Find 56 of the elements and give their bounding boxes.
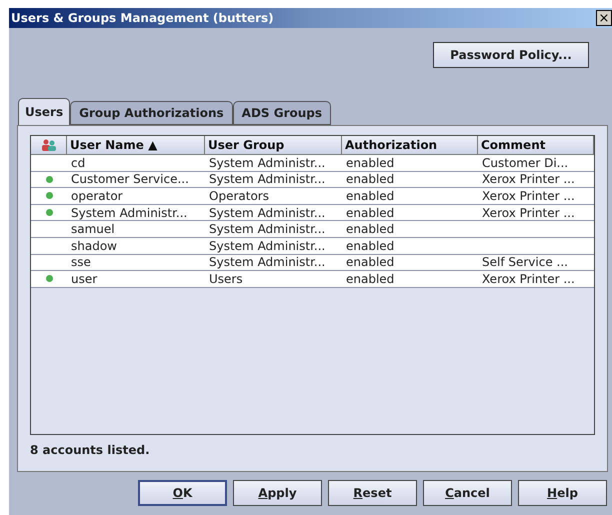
table-cell: System Administr... — [71, 206, 188, 219]
table-cell: System Administr... — [209, 173, 326, 186]
table-cell: Xerox Printer ... — [482, 206, 575, 219]
table-row[interactable]: samuel System Administr... enabled — [31, 221, 594, 238]
table-cell: operator — [71, 190, 123, 202]
users-icon — [40, 139, 56, 151]
table-cell: Customer Service... — [71, 173, 189, 186]
table-cell: Xerox Printer ... — [482, 190, 575, 202]
dialog-button[interactable]: Apply — [233, 480, 322, 506]
tab[interactable]: Users — [18, 98, 70, 125]
table-cell: enabled — [346, 173, 394, 186]
table-cell: System Administr... — [209, 206, 326, 219]
table-cell: enabled — [346, 206, 394, 219]
table-cell: enabled — [346, 256, 394, 268]
table-cell: cd — [71, 156, 86, 169]
table-row[interactable]: operator Operators enabled Xerox Printer ... — [31, 188, 594, 205]
table-cell: user — [71, 272, 98, 285]
table-cell: Customer Di... — [482, 156, 568, 169]
table-cell: Xerox Printer ... — [482, 173, 575, 186]
tab[interactable]: ADS Groups — [232, 101, 332, 125]
dialog-button[interactable]: Help — [518, 480, 607, 506]
column-header[interactable] — [31, 136, 67, 155]
password-policy-button[interactable]: Password Policy... — [433, 42, 589, 68]
accounts-count: 8 accounts listed. — [30, 442, 151, 459]
table-row[interactable]: System Administr... System Administr... enabled Xerox Printer ... — [31, 204, 594, 222]
table-cell: Self Service ... — [482, 256, 568, 268]
close-button[interactable]: × — [596, 10, 612, 26]
column-header[interactable]: Comment — [478, 136, 594, 155]
table-cell: System Administr... — [209, 240, 326, 252]
column-header[interactable]: User Group — [205, 136, 342, 155]
table-cell: enabled — [346, 223, 394, 236]
table-row[interactable]: cd System Administr... enabled Customer Di... — [31, 155, 594, 172]
dialog-button[interactable]: Cancel — [423, 480, 512, 506]
table-cell: enabled — [346, 240, 394, 252]
column-header[interactable]: Authorization — [342, 136, 478, 155]
table-row[interactable]: sse System Administr... enabled Self Service ... — [31, 254, 594, 272]
table-cell: Users — [209, 272, 243, 285]
table-cell: System Administr... — [209, 256, 326, 268]
table-cell: enabled — [346, 190, 394, 202]
dialog-button[interactable]: Reset — [328, 480, 417, 506]
table-cell: samuel — [71, 223, 115, 236]
table-cell: shadow — [71, 240, 117, 252]
column-header[interactable]: User Name ▲ — [67, 136, 205, 155]
table-row[interactable]: user Users enabled Xerox Printer ... — [31, 271, 594, 288]
window-title: Users & Groups Management (butters) — [11, 10, 274, 27]
table-cell: enabled — [346, 272, 394, 285]
table-row[interactable]: shadow System Administr... enabled — [31, 238, 594, 255]
tab[interactable]: Group Authorizations — [70, 101, 233, 125]
table-cell: System Administr... — [209, 223, 326, 236]
table-cell: sse — [71, 256, 91, 268]
table-cell: enabled — [346, 156, 394, 169]
table-row[interactable]: Customer Service... System Administr... enabled Xerox Printer ... — [31, 172, 594, 188]
table-cell: System Administr... — [209, 156, 326, 169]
table-cell: Operators — [209, 190, 269, 202]
table-cell: Xerox Printer ... — [482, 272, 575, 285]
dialog-button[interactable]: OK — [138, 480, 227, 506]
